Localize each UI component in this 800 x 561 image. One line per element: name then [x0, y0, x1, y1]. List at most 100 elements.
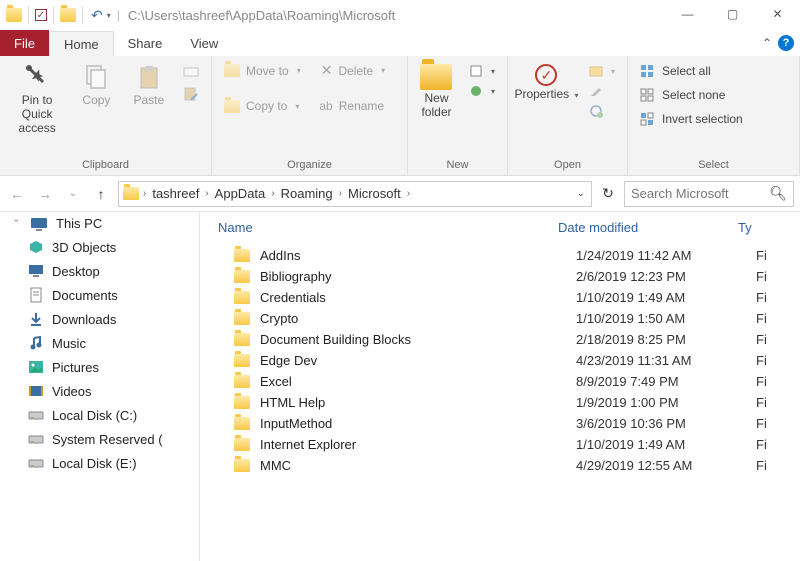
file-row[interactable]: AddIns1/24/2019 11:42 AMFi	[200, 245, 800, 266]
search-input[interactable]: Search Microsoft 🔍︎	[624, 181, 794, 207]
monitor-icon	[28, 263, 44, 279]
search-icon: 🔍︎	[769, 185, 787, 202]
tab-file[interactable]: File	[0, 30, 49, 56]
file-row[interactable]: Bibliography2/6/2019 12:23 PMFi	[200, 266, 800, 287]
tab-home[interactable]: Home	[49, 31, 114, 56]
window-controls: — ▢ ✕	[665, 0, 800, 28]
ribbon: Pin to Quick access Copy Paste Clipboard	[0, 56, 800, 176]
file-row[interactable]: Crypto1/10/2019 1:50 AMFi	[200, 308, 800, 329]
properties-button[interactable]: ✓ Properties ▾	[514, 60, 579, 102]
undo-icon[interactable]: ↶	[89, 7, 105, 24]
tree-item[interactable]: Local Disk (C:)	[0, 403, 199, 427]
properties-qat-icon[interactable]: ✓	[35, 9, 47, 21]
file-row[interactable]: InputMethod3/6/2019 10:36 PMFi	[200, 413, 800, 434]
paste-shortcut-button[interactable]	[177, 84, 205, 104]
select-all-button[interactable]: Select all	[634, 62, 749, 80]
breadcrumb-item[interactable]: Microsoft	[342, 182, 407, 206]
tree-item[interactable]: 3D Objects	[0, 235, 199, 259]
file-name: Edge Dev	[260, 353, 576, 368]
tab-share[interactable]: Share	[114, 30, 177, 56]
folder-icon	[234, 417, 250, 430]
back-button[interactable]: ←	[6, 186, 28, 202]
shortcut-icon	[183, 86, 199, 102]
invert-selection-button[interactable]: Invert selection	[634, 110, 749, 128]
file-row[interactable]: Internet Explorer1/10/2019 1:49 AMFi	[200, 434, 800, 455]
tree-item-label: Desktop	[52, 264, 100, 279]
paste-button[interactable]: Paste	[125, 60, 173, 108]
edit-button[interactable]	[583, 82, 621, 100]
column-date[interactable]: Date modified	[558, 220, 738, 235]
help-icon[interactable]: ?	[778, 35, 794, 51]
minimize-ribbon-icon[interactable]: ⌃	[762, 36, 772, 50]
file-list[interactable]: Name Date modified Ty AddIns1/24/2019 11…	[200, 212, 800, 561]
tree-this-pc[interactable]: › This PC	[0, 212, 199, 235]
file-type: Fi	[756, 458, 800, 473]
folder-icon	[234, 459, 250, 472]
group-new: New folder ▾ ▾ New	[408, 56, 508, 175]
file-row[interactable]: HTML Help1/9/2019 1:00 PMFi	[200, 392, 800, 413]
tree-item[interactable]: Downloads	[0, 307, 199, 331]
easy-access-button[interactable]: ▾	[463, 82, 501, 100]
close-button[interactable]: ✕	[755, 0, 800, 28]
move-to-button[interactable]: Move to▾	[218, 60, 307, 81]
file-row[interactable]: MMC4/29/2019 12:55 AMFi	[200, 455, 800, 476]
tree-item[interactable]: Desktop	[0, 259, 199, 283]
copy-path-button[interactable]	[177, 62, 205, 82]
group-label: Clipboard	[0, 157, 211, 175]
breadcrumb-item[interactable]: tashreef	[146, 182, 205, 206]
pin-label: Pin to Quick access	[6, 94, 68, 135]
file-name: Document Building Blocks	[260, 332, 576, 347]
navigation-pane[interactable]: › This PC 3D Objects Desktop Documents Down…	[0, 212, 200, 561]
paste-label: Paste	[133, 94, 164, 108]
new-item-button[interactable]: ▾	[463, 62, 501, 80]
picture-icon	[28, 359, 44, 375]
file-date: 4/29/2019 12:55 AM	[576, 458, 756, 473]
folder-icon	[234, 396, 250, 409]
select-none-button[interactable]: Select none	[634, 86, 749, 104]
open-button[interactable]: ▾	[583, 62, 621, 80]
column-name[interactable]: Name	[218, 220, 558, 235]
new-folder-button[interactable]: New folder	[414, 60, 459, 120]
history-button[interactable]	[583, 102, 621, 120]
copy-to-button[interactable]: Copy to▾	[218, 97, 305, 115]
file-row[interactable]: Excel8/9/2019 7:49 PMFi	[200, 371, 800, 392]
music-icon	[28, 335, 44, 351]
tree-item[interactable]: Local Disk (E:)	[0, 451, 199, 475]
history-dropdown-icon[interactable]: ⌄	[62, 188, 84, 199]
address-dropdown-icon[interactable]: ⌄	[571, 188, 591, 199]
tree-item[interactable]: System Reserved (	[0, 427, 199, 451]
file-type: Fi	[756, 290, 800, 305]
file-row[interactable]: Document Building Blocks2/18/2019 8:25 P…	[200, 329, 800, 350]
address-bar[interactable]: › tashreef›AppData›Roaming›Microsoft› ⌄	[118, 181, 592, 207]
tree-item-label: Downloads	[52, 312, 116, 327]
tree-item[interactable]: Documents	[0, 283, 199, 307]
file-type: Fi	[756, 248, 800, 263]
delete-button[interactable]: ✕ Delete▾	[315, 60, 391, 81]
tree-item-label: Local Disk (E:)	[52, 456, 137, 471]
copy-button[interactable]: Copy	[72, 60, 120, 108]
pin-to-quick-access-button[interactable]: Pin to Quick access	[6, 60, 68, 135]
forward-button[interactable]: →	[34, 186, 56, 202]
maximize-button[interactable]: ▢	[710, 0, 755, 28]
minimize-button[interactable]: —	[665, 0, 710, 28]
tree-item[interactable]: Videos	[0, 379, 199, 403]
refresh-button[interactable]: ↻	[598, 185, 618, 202]
tree-item-label: System Reserved (	[52, 432, 163, 447]
file-date: 1/9/2019 1:00 PM	[576, 395, 756, 410]
breadcrumb-item[interactable]: Roaming	[275, 182, 339, 206]
chevron-right-icon[interactable]: ›	[407, 188, 410, 199]
column-type[interactable]: Ty	[738, 220, 800, 235]
tree-item[interactable]: Music	[0, 331, 199, 355]
check-icon: ✓	[535, 64, 557, 86]
tree-item[interactable]: Pictures	[0, 355, 199, 379]
qat-dropdown-icon[interactable]: ▾	[107, 11, 111, 20]
open-small: ▾	[583, 60, 621, 120]
chevron-down-icon[interactable]: ›	[12, 219, 22, 229]
breadcrumb-item[interactable]: AppData	[209, 182, 272, 206]
tab-view[interactable]: View	[176, 30, 232, 56]
folder-icon[interactable]	[60, 8, 76, 22]
rename-button[interactable]: ab Rename	[313, 97, 390, 115]
file-row[interactable]: Edge Dev4/23/2019 11:31 AMFi	[200, 350, 800, 371]
up-button[interactable]: ↑	[90, 186, 112, 202]
file-row[interactable]: Credentials1/10/2019 1:49 AMFi	[200, 287, 800, 308]
